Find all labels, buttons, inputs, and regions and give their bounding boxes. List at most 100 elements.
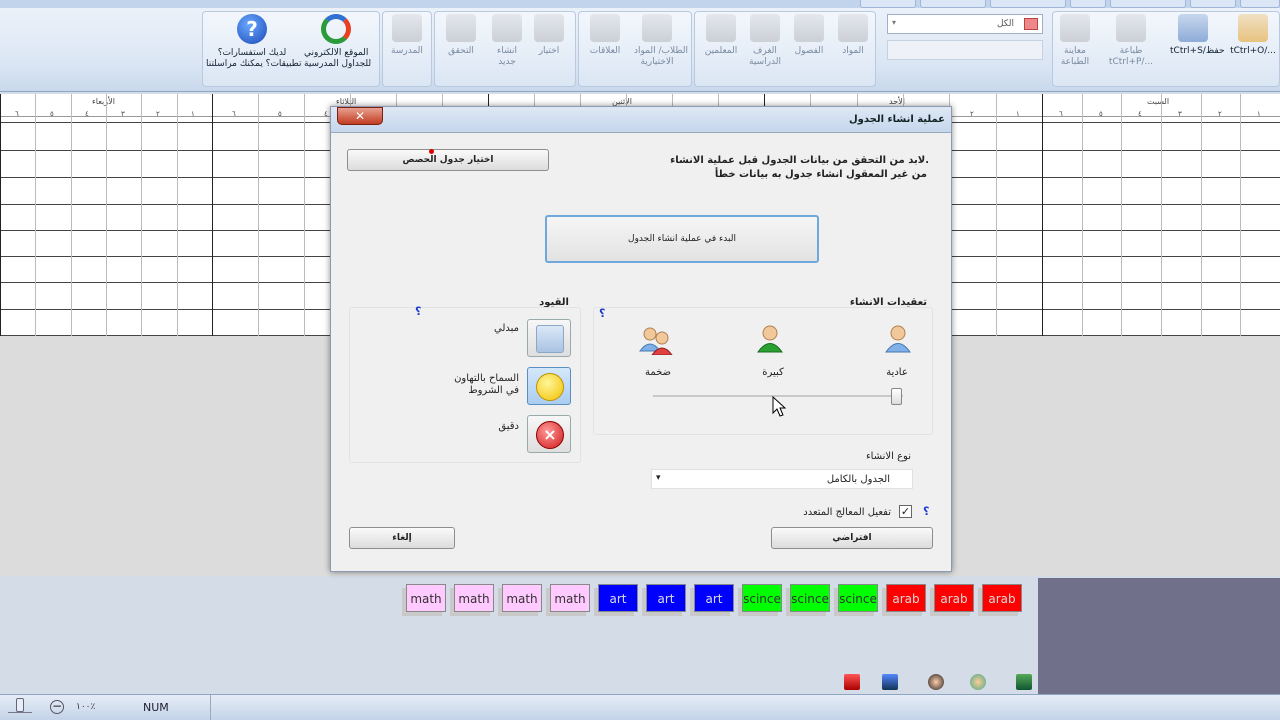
rooms-icon bbox=[750, 14, 780, 42]
ribbon-button-website[interactable]: الموقع الالكتروني للجداول المدرسية bbox=[304, 14, 371, 70]
subject-tile-arab[interactable]: arab bbox=[934, 584, 974, 612]
period-number: ٢ bbox=[1218, 110, 1222, 118]
ribbon-button-classes[interactable]: الفصول bbox=[786, 14, 832, 57]
ribbon-button-teachers[interactable]: المعلمين bbox=[698, 14, 744, 57]
ribbon-button-subjects[interactable]: المواد bbox=[830, 14, 876, 57]
ribbon-button-verify[interactable]: التحقق bbox=[438, 14, 484, 57]
subject-tile-scince[interactable]: scince bbox=[838, 584, 878, 612]
constraint-option-relaxed[interactable] bbox=[527, 367, 571, 405]
period-number: ٣ bbox=[121, 110, 125, 118]
subject-tile-math[interactable]: math bbox=[550, 584, 590, 612]
subject-tile-scince[interactable]: scince bbox=[790, 584, 830, 612]
ribbon-button-students[interactable]: الطلاب/ المواد الاختيارية bbox=[634, 14, 688, 68]
ribbon-tab[interactable] bbox=[1240, 0, 1280, 8]
subject-tile-math[interactable]: math bbox=[454, 584, 494, 612]
ribbon-button-print[interactable]: طباعة tCtrl+P/... bbox=[1108, 14, 1154, 68]
start-generation-button[interactable]: البدء في عملية انشاء الجدول bbox=[545, 215, 819, 263]
period-divider bbox=[71, 94, 72, 336]
board-icon[interactable] bbox=[1016, 674, 1032, 690]
generate-timetable-dialog: عملية انشاء الجدول ✕ اختيار جدول الحصص ل… bbox=[330, 106, 952, 572]
complexity-help-icon[interactable]: ؟ bbox=[599, 307, 605, 320]
create-icon bbox=[492, 14, 522, 42]
subject-tile-scince[interactable]: scince bbox=[742, 584, 782, 612]
period-divider bbox=[35, 94, 36, 336]
document-icon bbox=[536, 325, 564, 353]
subject-tile-math[interactable]: math bbox=[502, 584, 542, 612]
zoom-slider-thumb[interactable] bbox=[16, 698, 24, 712]
generation-type-label: نوع الانشاء bbox=[865, 451, 911, 462]
book-icon[interactable] bbox=[844, 674, 860, 690]
user-group-icon bbox=[639, 327, 673, 355]
preview-icon bbox=[1060, 14, 1090, 42]
subject-tile-arab[interactable]: arab bbox=[982, 584, 1022, 612]
teacher-icon[interactable] bbox=[928, 674, 944, 690]
ribbon-button-label: لديك استفسارات؟ تطبيقات؟ يمكنك مراسلتنا bbox=[206, 48, 302, 69]
ribbon-button-help[interactable]: ? لديك استفسارات؟ تطبيقات؟ يمكنك مراسلتنا bbox=[206, 14, 302, 70]
ribbon-tab[interactable] bbox=[1110, 0, 1186, 8]
ribbon-button-relations[interactable]: العلاقات bbox=[582, 14, 628, 57]
period-number: ٤ bbox=[85, 110, 89, 118]
subject-tile-arab[interactable]: arab bbox=[886, 584, 926, 612]
ribbon-tab[interactable] bbox=[1070, 0, 1106, 8]
ribbon-button-open[interactable]: tCtrl+O/... bbox=[1230, 14, 1276, 57]
select-assignment-label: اختيار جدول الحصص bbox=[402, 155, 494, 165]
period-number: ١ bbox=[1016, 110, 1020, 118]
start-generation-label: البدء في عملية انشاء الجدول bbox=[628, 234, 736, 244]
ribbon-button-save[interactable]: tCtrl+S/حفظ bbox=[1170, 14, 1225, 57]
book-blue-icon[interactable] bbox=[882, 674, 898, 690]
status-bar: − ١٠٠٪ NUM bbox=[0, 694, 1280, 720]
dialog-close-button[interactable]: ✕ bbox=[337, 107, 383, 125]
complexity-slider-thumb[interactable] bbox=[891, 388, 902, 405]
ribbon-button-label: tCtrl+O/... bbox=[1230, 46, 1276, 56]
multiprocessor-help-icon[interactable]: ؟ bbox=[923, 505, 929, 518]
ribbon-button-preview[interactable]: معاينة الطباعة bbox=[1052, 14, 1098, 68]
period-number: ٦ bbox=[1059, 110, 1063, 118]
flag-icon bbox=[1024, 18, 1038, 30]
ribbon-tab[interactable] bbox=[920, 0, 986, 8]
day-divider bbox=[0, 94, 1, 336]
subject-tile-art[interactable]: art bbox=[598, 584, 638, 612]
subject-tile-math[interactable]: math bbox=[406, 584, 446, 612]
multiprocessor-label: تفعيل المعالج المتعدد bbox=[803, 507, 891, 518]
single-user-icon bbox=[885, 325, 911, 353]
multiprocessor-checkbox[interactable]: ✓ bbox=[899, 505, 912, 518]
ribbon-button-select[interactable]: اختيار bbox=[526, 14, 572, 57]
day-divider bbox=[1042, 94, 1043, 336]
filter-select[interactable]: ▾ الكل bbox=[887, 14, 1043, 34]
subject-tile-art[interactable]: art bbox=[694, 584, 734, 612]
day-header: السبت bbox=[1147, 97, 1170, 106]
period-divider bbox=[304, 94, 305, 336]
unplaced-lessons-tray: math math math math art art art scince scince sci… bbox=[406, 578, 1038, 624]
period-number: ٢ bbox=[156, 110, 160, 118]
students-icon[interactable] bbox=[970, 674, 986, 690]
ribbon-button-label: المدرسة bbox=[391, 46, 423, 56]
subject-tile-art[interactable]: art bbox=[646, 584, 686, 612]
zoom-out-icon[interactable]: − bbox=[50, 700, 64, 714]
default-button[interactable]: افتراضي bbox=[771, 527, 933, 549]
classes-icon bbox=[794, 14, 824, 42]
constraint-strict-label: دقيق bbox=[498, 421, 519, 432]
constraint-option-strict[interactable]: × bbox=[527, 415, 571, 453]
period-number: ٤ bbox=[324, 110, 328, 118]
generation-type-select[interactable]: ▾ الجدول بالكامل bbox=[651, 469, 913, 489]
cancel-button[interactable]: إلغاء bbox=[349, 527, 455, 549]
smiley-icon bbox=[536, 373, 564, 401]
ribbon-tab[interactable] bbox=[1190, 0, 1236, 8]
filter-field[interactable] bbox=[887, 40, 1043, 60]
select-assignment-button[interactable]: اختيار جدول الحصص bbox=[347, 149, 549, 171]
generation-type-value: الجدول بالكامل bbox=[826, 474, 890, 485]
ribbon-button-school[interactable]: المدرسة bbox=[384, 14, 430, 57]
constraints-help-icon[interactable]: ؟ bbox=[415, 305, 421, 318]
ribbon-tab[interactable] bbox=[860, 0, 916, 8]
teachers-icon bbox=[706, 14, 736, 42]
ribbon-button-rooms[interactable]: الغرف الدراسية bbox=[742, 14, 788, 68]
constraint-option-flexible[interactable] bbox=[527, 319, 571, 357]
complexity-huge-label: ضخمة bbox=[644, 367, 672, 378]
ribbon-button-label: الفصول bbox=[794, 46, 824, 56]
ribbon-button-create[interactable]: انشاء جديد bbox=[484, 14, 530, 68]
cancel-button-label: إلغاء bbox=[392, 533, 412, 543]
ribbon-button-label: العلاقات bbox=[589, 46, 621, 56]
day-header: الاثنين bbox=[612, 97, 632, 106]
ribbon-tab[interactable] bbox=[990, 0, 1066, 8]
dialog-title-bar[interactable]: عملية انشاء الجدول bbox=[331, 107, 951, 133]
